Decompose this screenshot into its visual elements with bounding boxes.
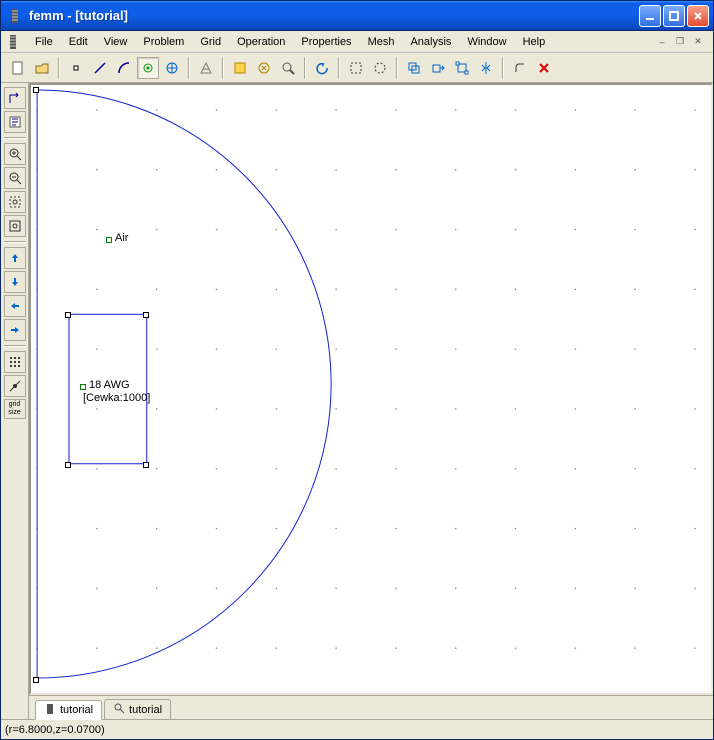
console-button[interactable] — [4, 111, 26, 133]
tabbar: tutorial tutorial — [29, 695, 713, 719]
minimize-button[interactable] — [639, 5, 661, 27]
menu-properties[interactable]: Properties — [293, 34, 359, 50]
main-toolbar — [1, 53, 713, 83]
menu-grid[interactable]: Grid — [192, 34, 229, 50]
mesh-button[interactable] — [195, 57, 217, 79]
snap-toggle-button[interactable] — [4, 375, 26, 397]
view-results-button[interactable] — [277, 57, 299, 79]
main-window: femm - [tutorial] File Edit View Problem… — [0, 0, 714, 740]
mdi-restore-button[interactable]: ❐ — [673, 35, 687, 49]
workarea: grid size — [1, 83, 713, 719]
open-button[interactable] — [31, 57, 53, 79]
grid-size-button[interactable]: grid size — [4, 399, 26, 419]
copy-button[interactable] — [403, 57, 425, 79]
segment-mode-button[interactable] — [89, 57, 111, 79]
zoom-in-button[interactable] — [4, 143, 26, 165]
canvas-wrap: Air 18 AWG [Cewka:1000] tutorial tutoria… — [29, 83, 713, 719]
zoom-out-button[interactable] — [4, 167, 26, 189]
scale-button[interactable] — [451, 57, 473, 79]
block-coil-label: 18 AWG — [89, 379, 130, 391]
undo-button[interactable] — [311, 57, 333, 79]
canvas[interactable]: Air 18 AWG [Cewka:1000] — [29, 83, 713, 695]
zoom-extents-button[interactable] — [4, 215, 26, 237]
pan-right-button[interactable] — [4, 319, 26, 341]
block-coil-marker[interactable] — [80, 384, 86, 390]
tab-model-label: tutorial — [60, 704, 93, 716]
window-title: femm - [tutorial] — [29, 8, 639, 23]
select-rect-button[interactable] — [345, 57, 367, 79]
status-coords: (r=6.8000,z=0.0700) — [5, 724, 105, 736]
coil-tab-icon — [44, 703, 56, 718]
node-rect-bl[interactable] — [65, 462, 71, 468]
menu-edit[interactable]: Edit — [61, 34, 96, 50]
node-top[interactable] — [33, 87, 39, 93]
menu-window[interactable]: Window — [459, 34, 514, 50]
tab-model[interactable]: tutorial — [35, 700, 102, 720]
node-bottom[interactable] — [33, 677, 39, 683]
close-button[interactable] — [687, 5, 709, 27]
refresh-view-button[interactable] — [4, 87, 26, 109]
delete-button[interactable] — [533, 57, 555, 79]
titlebar: femm - [tutorial] — [1, 1, 713, 31]
menu-view[interactable]: View — [96, 34, 136, 50]
grid-dots — [36, 109, 695, 649]
tab-results-label: tutorial — [129, 704, 162, 716]
fillet-button[interactable] — [509, 57, 531, 79]
doc-icon — [5, 34, 21, 50]
select-circle-button[interactable] — [369, 57, 391, 79]
node-rect-tl[interactable] — [65, 312, 71, 318]
menu-mesh[interactable]: Mesh — [360, 34, 403, 50]
zoom-window-button[interactable] — [4, 191, 26, 213]
results-tab-icon — [113, 702, 125, 717]
menu-analysis[interactable]: Analysis — [402, 34, 459, 50]
window-buttons — [639, 5, 709, 27]
menu-file[interactable]: File — [27, 34, 61, 50]
mdi-minimize-button[interactable]: – — [655, 35, 669, 49]
block-air-marker[interactable] — [106, 237, 112, 243]
arc-mode-button[interactable] — [113, 57, 135, 79]
move-button[interactable] — [427, 57, 449, 79]
statusbar: (r=6.8000,z=0.0700) — [1, 719, 713, 739]
pan-down-button[interactable] — [4, 271, 26, 293]
block-air-label: Air — [115, 232, 128, 244]
run-mesh-button[interactable] — [229, 57, 251, 79]
node-rect-tr[interactable] — [143, 312, 149, 318]
new-button[interactable] — [7, 57, 29, 79]
drawing-surface — [31, 85, 711, 693]
node-rect-br[interactable] — [143, 462, 149, 468]
analyze-button[interactable] — [253, 57, 275, 79]
point-mode-button[interactable] — [65, 57, 87, 79]
menu-operation[interactable]: Operation — [229, 34, 293, 50]
grid-toggle-button[interactable] — [4, 351, 26, 373]
menu-help[interactable]: Help — [515, 34, 554, 50]
app-icon — [7, 8, 23, 24]
left-toolbox: grid size — [1, 83, 29, 719]
mirror-button[interactable] — [475, 57, 497, 79]
mdi-close-button[interactable]: ✕ — [691, 35, 705, 49]
menu-problem[interactable]: Problem — [135, 34, 192, 50]
pan-left-button[interactable] — [4, 295, 26, 317]
mdi-buttons: – ❐ ✕ — [655, 35, 709, 49]
menubar: File Edit View Problem Grid Operation Pr… — [1, 31, 713, 53]
group-mode-button[interactable] — [161, 57, 183, 79]
maximize-button[interactable] — [663, 5, 685, 27]
block-circuit-label: [Cewka:1000] — [83, 392, 150, 404]
tab-results[interactable]: tutorial — [104, 699, 171, 719]
block-mode-button[interactable] — [137, 57, 159, 79]
pan-up-button[interactable] — [4, 247, 26, 269]
